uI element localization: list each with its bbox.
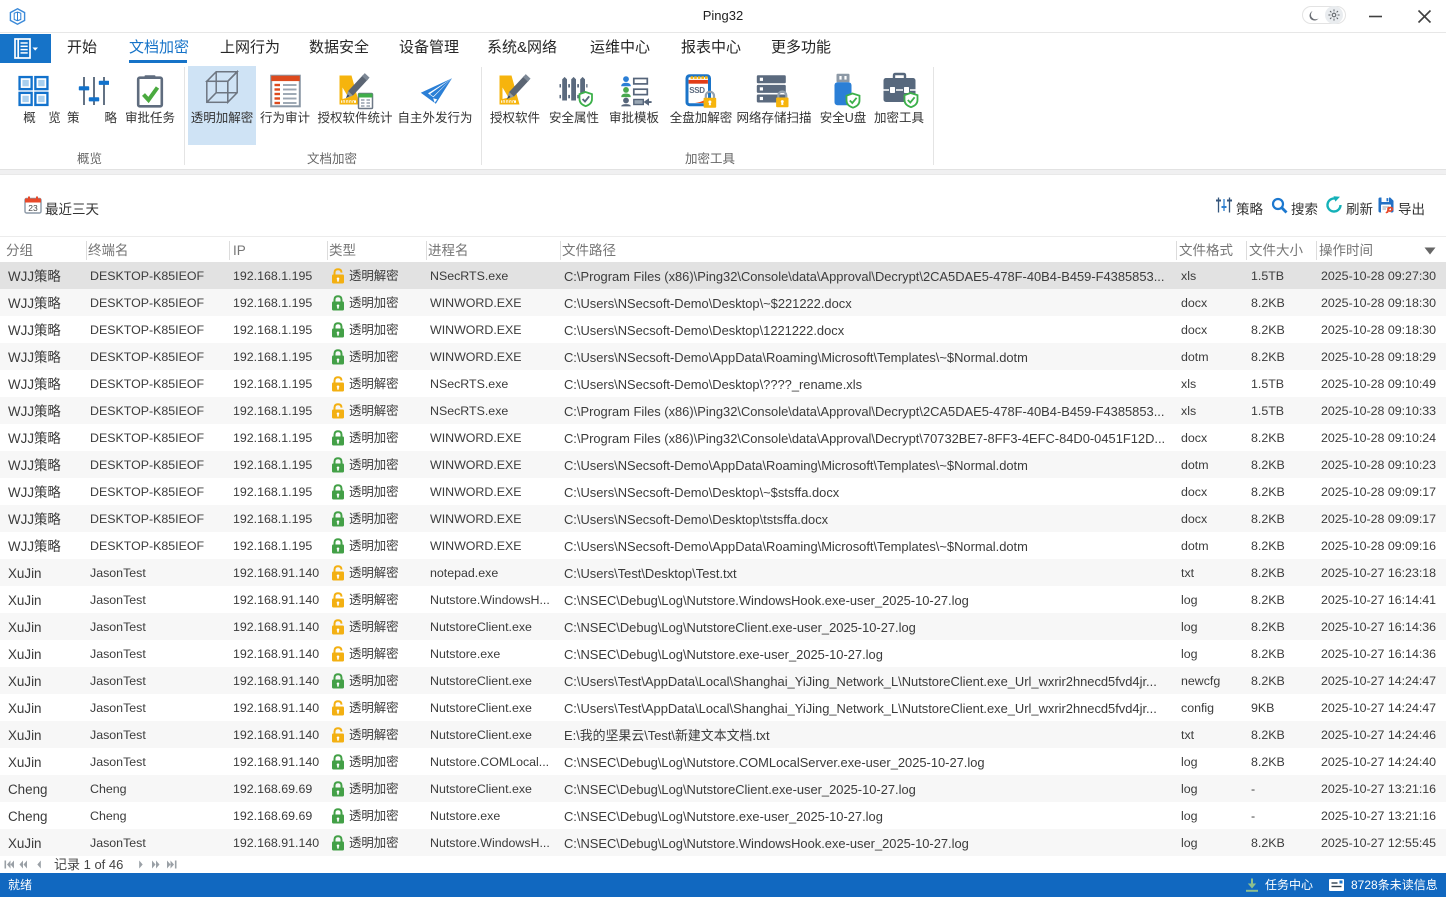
svg-text:SSD: SSD <box>689 86 705 95</box>
svg-text:23: 23 <box>28 203 38 213</box>
